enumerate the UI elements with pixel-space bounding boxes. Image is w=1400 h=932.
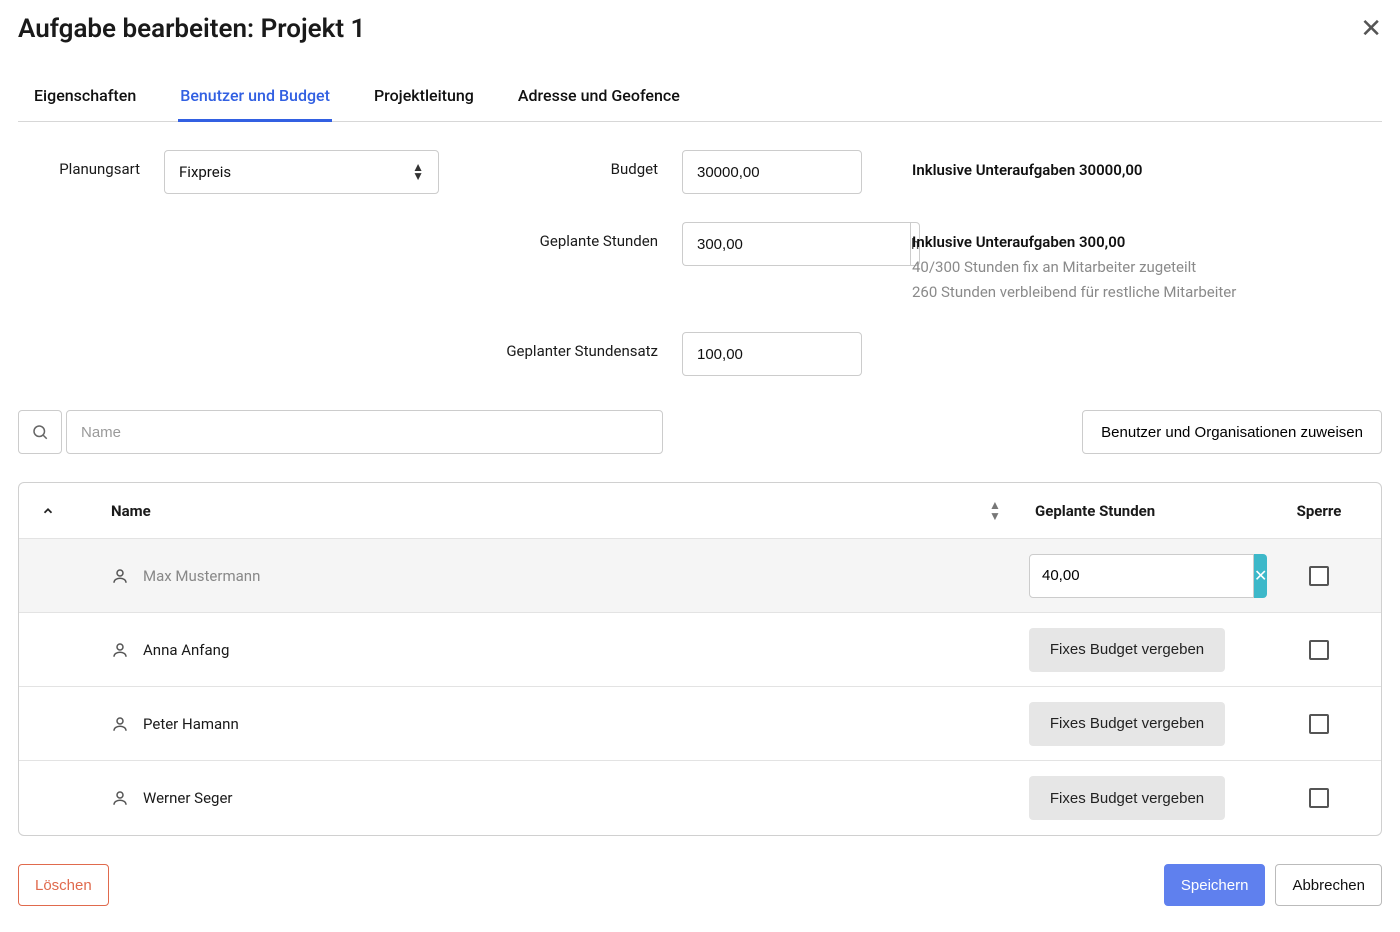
expand-header[interactable] bbox=[41, 504, 111, 518]
person-icon bbox=[111, 567, 129, 585]
save-button[interactable]: Speichern bbox=[1164, 864, 1266, 906]
tab-projektleitung[interactable]: Projektleitung bbox=[372, 78, 476, 122]
planungsart-select[interactable]: Fixpreis ▲▼ bbox=[164, 150, 439, 194]
budget-input[interactable] bbox=[682, 150, 862, 194]
dialog-title: Aufgabe bearbeiten: Projekt 1 bbox=[18, 14, 365, 44]
lock-checkbox[interactable] bbox=[1309, 714, 1329, 734]
lock-checkbox[interactable] bbox=[1309, 566, 1329, 586]
planungsart-value: Fixpreis bbox=[179, 163, 231, 181]
delete-button[interactable]: Löschen bbox=[18, 864, 109, 906]
person-icon bbox=[111, 715, 129, 733]
name-header[interactable]: Name bbox=[111, 502, 989, 520]
fix-budget-button[interactable]: Fixes Budget vergeben bbox=[1029, 628, 1225, 672]
table-row[interactable]: Max Mustermann ✕ bbox=[19, 539, 1381, 613]
tab-adresse-und-geofence[interactable]: Adresse und Geofence bbox=[516, 78, 682, 122]
lock-checkbox[interactable] bbox=[1309, 640, 1329, 660]
hours-header[interactable]: Geplante Stunden bbox=[1029, 502, 1279, 520]
sort-icon[interactable]: ▲▼ bbox=[989, 501, 1029, 520]
stunden-note-line2: 260 Stunden verbleibend für restliche Mi… bbox=[912, 280, 1382, 305]
assign-users-button[interactable]: Benutzer und Organisationen zuweisen bbox=[1082, 410, 1382, 454]
user-name: Werner Seger bbox=[143, 789, 232, 807]
budget-note: Inklusive Unteraufgaben 30000,00 bbox=[912, 158, 1382, 183]
geplante-stunden-label: Geplante Stunden bbox=[18, 222, 682, 250]
tab-benutzer-und-budget[interactable]: Benutzer und Budget bbox=[178, 78, 332, 122]
users-table: Name ▲▼ Geplante Stunden Sperre Max Must… bbox=[18, 482, 1382, 836]
person-icon bbox=[111, 789, 129, 807]
user-name: Max Mustermann bbox=[143, 567, 260, 585]
chevron-updown-icon: ▲▼ bbox=[412, 164, 424, 179]
table-row[interactable]: Werner Seger Fixes Budget vergeben bbox=[19, 761, 1381, 835]
planungsart-label: Planungsart bbox=[18, 150, 164, 178]
budget-label: Budget bbox=[439, 150, 682, 178]
table-row[interactable]: Peter Hamann Fixes Budget vergeben bbox=[19, 687, 1381, 761]
hours-input[interactable] bbox=[1029, 554, 1254, 598]
search-icon bbox=[18, 410, 62, 454]
close-icon[interactable]: ✕ bbox=[1360, 16, 1382, 42]
stunden-note-line1: 40/300 Stunden fix an Mitarbeiter zugete… bbox=[912, 255, 1382, 280]
fix-budget-button[interactable]: Fixes Budget vergeben bbox=[1029, 702, 1225, 746]
stundensatz-label: Geplanter Stundensatz bbox=[18, 332, 682, 360]
lock-header[interactable]: Sperre bbox=[1279, 502, 1359, 520]
search-input[interactable] bbox=[66, 410, 663, 454]
user-name: Peter Hamann bbox=[143, 715, 239, 733]
fix-budget-button[interactable]: Fixes Budget vergeben bbox=[1029, 776, 1225, 820]
lock-checkbox[interactable] bbox=[1309, 788, 1329, 808]
cancel-button[interactable]: Abbrechen bbox=[1275, 864, 1382, 906]
stundensatz-input[interactable] bbox=[682, 332, 862, 376]
clear-hours-icon[interactable]: ✕ bbox=[1254, 554, 1267, 598]
table-row[interactable]: Anna Anfang Fixes Budget vergeben bbox=[19, 613, 1381, 687]
person-icon bbox=[111, 641, 129, 659]
tab-eigenschaften[interactable]: Eigenschaften bbox=[32, 78, 138, 122]
tabs: Eigenschaften Benutzer und Budget Projek… bbox=[18, 78, 1382, 122]
stunden-note-main: Inklusive Unteraufgaben 300,00 bbox=[912, 230, 1382, 255]
user-name: Anna Anfang bbox=[143, 641, 229, 659]
